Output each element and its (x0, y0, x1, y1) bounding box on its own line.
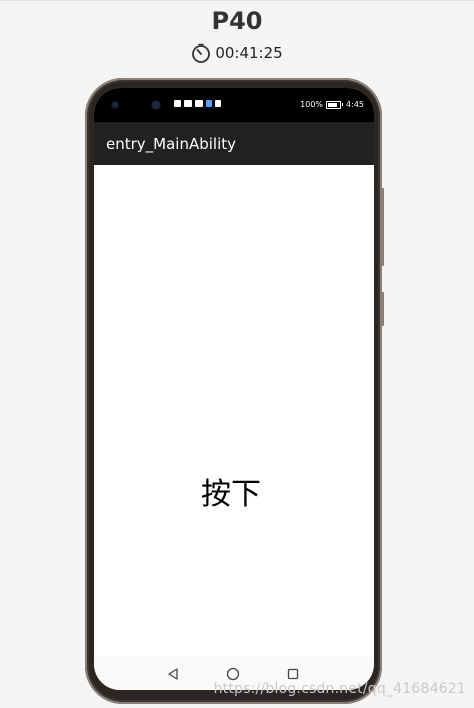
press-button-text[interactable]: 按下 (94, 469, 371, 513)
shield-icon (215, 100, 221, 107)
app-content: 按下 (94, 165, 374, 656)
status-time: 4:45 (346, 100, 364, 109)
nav-back-button[interactable] (164, 665, 182, 683)
front-camera-icon (152, 101, 160, 109)
battery-icon (326, 100, 342, 109)
wifi-icon (195, 100, 203, 107)
signal-icon (184, 100, 192, 107)
phone-screen: 100% 4:45 entry_MainAbility 按下 (94, 88, 374, 690)
volume-button (381, 188, 384, 266)
battery-percent: 100% (300, 100, 324, 109)
elapsed-timer: 00:41:25 (0, 43, 474, 63)
sensor-icon (112, 102, 118, 108)
elapsed-time-text: 00:41:25 (215, 44, 283, 62)
square-recent-icon (287, 668, 299, 680)
status-icons (174, 100, 221, 107)
app-title-bar: entry_MainAbility (94, 122, 374, 165)
stopwatch-icon (191, 43, 211, 63)
sim-icon (174, 100, 181, 107)
device-name-label: P40 (211, 7, 263, 35)
power-button (381, 292, 384, 326)
top-divider (0, 0, 474, 1)
app-title: entry_MainAbility (106, 134, 237, 153)
status-right: 100% 4:45 (300, 100, 364, 109)
status-bar: 100% 4:45 (94, 88, 374, 122)
circle-home-icon (226, 667, 240, 681)
triangle-back-icon (168, 668, 178, 680)
watermark-url: https://blog.csdn.net/qq_41684621 (213, 681, 466, 697)
notification-icon (206, 100, 212, 107)
